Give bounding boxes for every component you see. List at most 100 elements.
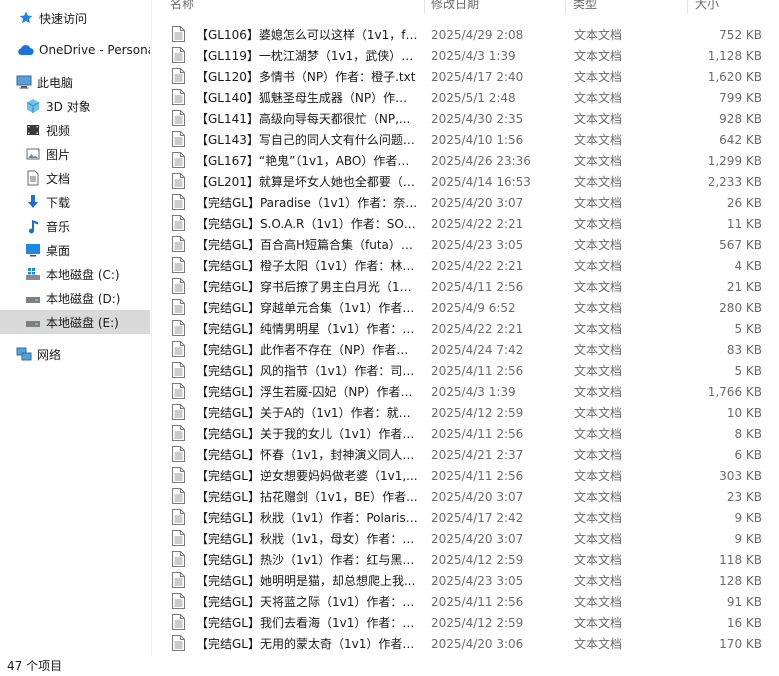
- file-row[interactable]: 【完结GL】我们去看海（1v1）作者：匿... 2025/4/12 2:59 文本文…: [166, 612, 766, 633]
- column-divider[interactable]: [687, 0, 688, 14]
- file-date: 2025/4/11 2:56: [431, 426, 524, 441]
- nav-pictures[interactable]: 图片: [0, 142, 150, 166]
- nav-this-pc[interactable]: 此电脑: [0, 70, 150, 94]
- nav-drive-e[interactable]: 本地磁盘 (E:): [0, 310, 150, 334]
- file-row[interactable]: 【完结GL】秋戕（1v1，母女）作者：ka... 2025/4/20 3:07 文本…: [166, 528, 766, 549]
- file-size: 5 KB: [734, 321, 762, 336]
- file-name: 【GL167】“艳鬼”（1v1，ABO）作者：...: [196, 154, 418, 168]
- file-row[interactable]: 【完结GL】Paradise（1v1）作者：奈致... 2025/4/20 3:0…: [166, 192, 766, 213]
- column-divider[interactable]: [565, 0, 566, 14]
- file-size: 928 KB: [719, 111, 762, 126]
- nav-network[interactable]: 网络: [0, 342, 150, 366]
- file-name: 【GL106】婆媳怎么可以这样（1v1，fut...: [196, 28, 418, 42]
- file-type: 文本文档: [574, 112, 623, 126]
- file-row[interactable]: 【GL141】高级向导每天都很忙（NP,... 2025/4/30 2:35 文本文…: [166, 108, 766, 129]
- nav-drive-c[interactable]: 本地磁盘 (C:): [0, 262, 150, 286]
- nav-documents[interactable]: 文档: [0, 166, 150, 190]
- file-row[interactable]: 【完结GL】关于我的女儿（1v1）作者：... 2025/4/11 2:56 文本文…: [166, 423, 766, 444]
- nav-desktop[interactable]: 桌面: [0, 238, 150, 262]
- nav-quick-access[interactable]: 快速访问: [0, 6, 150, 30]
- nav-downloads[interactable]: 下载: [0, 190, 150, 214]
- file-row[interactable]: 【完结GL】拈花赠剑（1v1，BE）作者... 2025/4/20 3:07 文本文…: [166, 486, 766, 507]
- file-row[interactable]: 【完结GL】热沙（1v1）作者：红与黑的... 2025/4/12 2:59 文本文…: [166, 549, 766, 570]
- nav-drive-d[interactable]: 本地磁盘 (D:): [0, 286, 150, 310]
- file-date: 2025/4/9 6:52: [431, 300, 516, 315]
- windows-drive-icon: [25, 266, 41, 282]
- file-row[interactable]: 【完结GL】关于A的（1v1）作者：就这... 2025/4/12 2:59 文本文…: [166, 402, 766, 423]
- star-icon: [18, 10, 34, 26]
- text-file-icon: [172, 257, 185, 273]
- file-date: 2025/4/20 3:07: [431, 195, 524, 210]
- file-row[interactable]: 【GL120】多情书（NP）作者：橙子.txt 2025/4/17 2:40 文本文…: [166, 66, 766, 87]
- navigation-pane: 快速访问 OneDrive - Persona 此电脑 3D 对象 视频 图片: [0, 0, 151, 656]
- file-row[interactable]: 【完结GL】风的指节（1v1）作者：司倦... 2025/4/11 2:56 文本文…: [166, 360, 766, 381]
- file-type: 文本文档: [574, 385, 623, 399]
- column-type[interactable]: 类型: [573, 0, 597, 13]
- file-row[interactable]: 【完结GL】怀春（1v1，封神演义同人）... 2025/4/21 2:37 文本文…: [166, 444, 766, 465]
- file-row[interactable]: 【完结GL】百合高H短篇合集（futa）作... 2025/4/23 3:05 文本…: [166, 234, 766, 255]
- file-row[interactable]: 【完结GL】秋戕（1v1）作者：Polaris.txt 2025/4/17 2:4…: [166, 507, 766, 528]
- file-row[interactable]: 【GL143】写自己的同人文有什么问题（... 2025/4/10 1:56 文本文…: [166, 129, 766, 150]
- file-type: 文本文档: [574, 280, 623, 294]
- file-type: 文本文档: [574, 28, 623, 42]
- file-row[interactable]: 【GL167】“艳鬼”（1v1，ABO）作者：... 2025/4/26 23:3…: [166, 150, 766, 171]
- column-divider[interactable]: [424, 0, 425, 14]
- text-file-icon: [172, 47, 185, 63]
- file-name: 【GL141】高级向导每天都很忙（NP,...: [196, 112, 411, 126]
- file-row[interactable]: 【完结GL】此作者不存在（NP）作者：... 2025/4/24 7:42 文本文档…: [166, 339, 766, 360]
- file-date: 2025/4/12 2:59: [431, 615, 524, 630]
- pane-divider[interactable]: [151, 0, 152, 656]
- file-name: 【完结GL】百合高H短篇合集（futa）作...: [196, 238, 418, 252]
- file-size: 799 KB: [719, 90, 762, 105]
- file-type: 文本文档: [574, 133, 623, 147]
- file-row[interactable]: 【完结GL】无用的蒙太奇（1v1）作者：... 2025/4/20 3:06 文本文…: [166, 633, 766, 654]
- file-row[interactable]: 【完结GL】天将蓝之际（1v1）作者：zff... 2025/4/11 2:56 文…: [166, 591, 766, 612]
- text-file-icon: [172, 215, 185, 231]
- file-row[interactable]: 【完结GL】纯情男明星（1v1）作者：烦... 2025/4/22 2:21 文本文…: [166, 318, 766, 339]
- file-row[interactable]: 【GL201】就算是坏女人她也全都要（N... 2025/4/14 16:53 文本…: [166, 171, 766, 192]
- document-icon: [25, 170, 41, 186]
- file-name: 【完结GL】此作者不存在（NP）作者：...: [196, 343, 418, 357]
- file-row[interactable]: 【完结GL】穿越单元合集（1v1）作者：... 2025/4/9 6:52 文本文档…: [166, 297, 766, 318]
- file-row[interactable]: 【GL119】一枕江湖梦（1v1，武侠）作... 2025/4/3 1:39 文本文…: [166, 45, 766, 66]
- column-size[interactable]: 大小: [695, 0, 719, 13]
- text-file-icon: [172, 404, 185, 420]
- file-row[interactable]: 【完结GL】浮生若魇-囚妃（NP）作者：... 2025/4/3 1:39 文本文档…: [166, 381, 766, 402]
- nav-3d-objects[interactable]: 3D 对象: [0, 94, 150, 118]
- file-type: 文本文档: [574, 553, 623, 567]
- file-size: 280 KB: [719, 300, 762, 315]
- file-name: 【完结GL】怀春（1v1，封神演义同人）...: [196, 448, 418, 462]
- file-type: 文本文档: [574, 469, 623, 483]
- file-type: 文本文档: [574, 448, 623, 462]
- file-date: 2025/4/11 2:56: [431, 363, 524, 378]
- file-row[interactable]: 【完结GL】穿书后撩了男主白月光（1v1... 2025/4/11 2:56 文本文…: [166, 276, 766, 297]
- nav-videos[interactable]: 视频: [0, 118, 150, 142]
- column-name[interactable]: 名称: [170, 0, 194, 13]
- file-name: 【完结GL】Paradise（1v1）作者：奈致...: [196, 196, 418, 210]
- file-row[interactable]: 【GL106】婆媳怎么可以这样（1v1，fut... 2025/4/29 2:08…: [166, 24, 766, 45]
- file-row[interactable]: 【完结GL】逆女想要妈妈做老婆（1v1,... 2025/4/11 2:56 文本文…: [166, 465, 766, 486]
- text-file-icon: [172, 173, 185, 189]
- column-date[interactable]: 修改日期: [431, 0, 479, 13]
- music-note-icon: [25, 218, 41, 234]
- file-date: 2025/4/24 7:42: [431, 342, 524, 357]
- nav-onedrive[interactable]: OneDrive - Persona: [0, 38, 150, 62]
- file-type: 文本文档: [574, 490, 623, 504]
- nav-music[interactable]: 音乐: [0, 214, 150, 238]
- video-icon: [25, 122, 41, 138]
- file-type: 文本文档: [574, 70, 623, 84]
- text-file-icon: [172, 551, 185, 567]
- file-date: 2025/4/10 1:56: [431, 132, 524, 147]
- file-date: 2025/4/17 2:42: [431, 510, 524, 525]
- file-row[interactable]: 【完结GL】S.O.A.R（1v1）作者：SOL... 2025/4/22 2:2…: [166, 213, 766, 234]
- text-file-icon: [172, 488, 185, 504]
- text-file-icon: [172, 68, 185, 84]
- file-size: 128 KB: [719, 573, 762, 588]
- file-row[interactable]: 【完结GL】她明明是猫，却总想爬上我... 2025/4/23 3:05 文本文档 1…: [166, 570, 766, 591]
- hard-drive-icon: [25, 314, 41, 330]
- file-row[interactable]: 【完结GL】橙子太阳（1v1）作者：林中... 2025/4/22 2:21 文本文…: [166, 255, 766, 276]
- file-size: 26 KB: [726, 195, 762, 210]
- file-type: 文本文档: [574, 574, 623, 588]
- file-row[interactable]: 【GL140】狐魅圣母生成器（NP）作者... 2025/5/1 2:48 文本文档…: [166, 87, 766, 108]
- file-type: 文本文档: [574, 364, 623, 378]
